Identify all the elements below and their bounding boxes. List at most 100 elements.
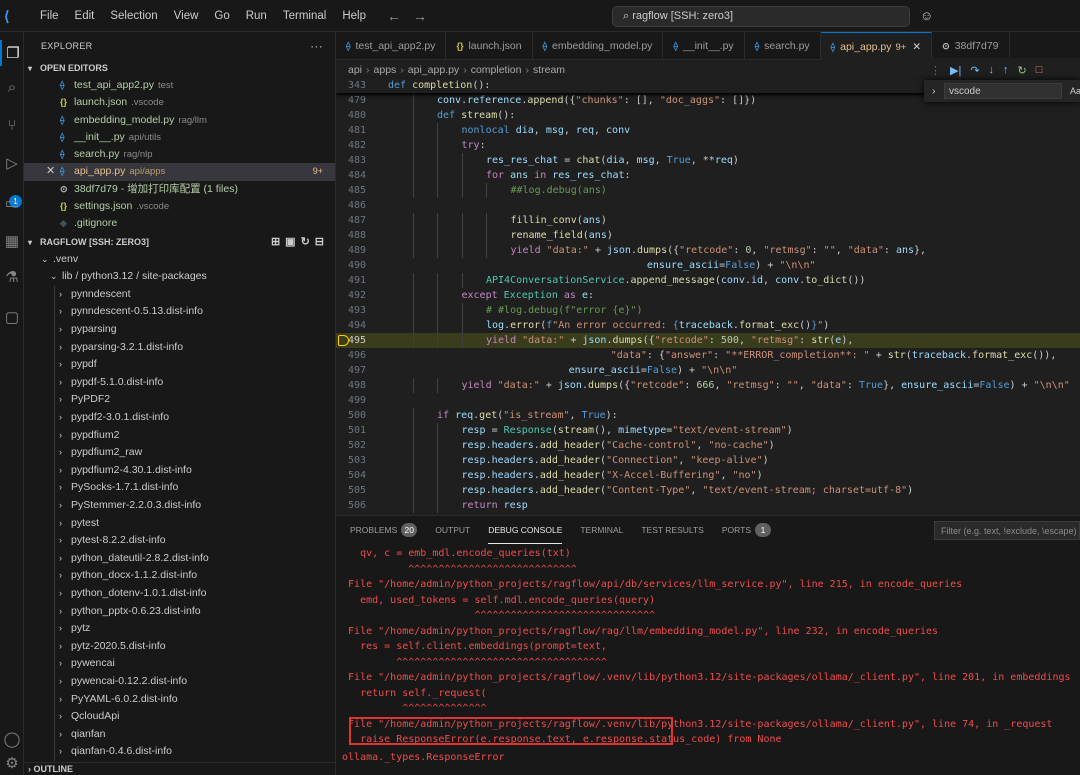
collapse-all-icon[interactable]: ⊟ xyxy=(315,236,329,248)
refresh-icon[interactable]: ↻ xyxy=(301,236,315,248)
extensions-icon[interactable]: ▦ xyxy=(0,228,24,254)
editor-tab[interactable]: ⊙ 38df7d79 xyxy=(932,32,1010,60)
tree-item[interactable]: › pytz-2020.5.dist-info xyxy=(24,637,335,656)
breadcrumb-item[interactable]: apps xyxy=(374,64,397,76)
panel-tab-test-results[interactable]: TEST RESULTS xyxy=(641,516,704,544)
close-icon[interactable]: ✕ xyxy=(912,41,921,53)
menu-selection[interactable]: Selection xyxy=(102,10,165,22)
tree-item[interactable]: › pyparsing-3.2.1.dist-info xyxy=(24,338,335,357)
open-editor-item[interactable]: {} settings.json .vscode xyxy=(24,198,335,215)
breadcrumb-item[interactable]: api_app.py xyxy=(408,64,459,76)
open-editor-item[interactable]: ⟠ test_api_app2.py test xyxy=(24,77,335,94)
tree-item[interactable]: › qianfan xyxy=(24,725,335,744)
find-input[interactable]: vscode xyxy=(944,83,1062,99)
editor-tab[interactable]: ⟠ api_app.py 9+ ✕ xyxy=(820,32,933,60)
chevron-right-icon[interactable]: › xyxy=(932,80,936,102)
tree-item[interactable]: ⌄ lib / python3.12 / site-packages xyxy=(24,268,335,286)
continue-icon[interactable]: ▶| xyxy=(950,64,961,77)
tree-item[interactable]: › pywencai xyxy=(24,655,335,673)
open-editors-section[interactable]: ▾ OPEN EDITORS xyxy=(24,60,335,77)
tree-item[interactable]: › pypdfium2_raw xyxy=(24,444,335,462)
menu-run[interactable]: Run xyxy=(238,10,275,22)
editor-tab[interactable]: ⟠ __init__.py xyxy=(663,32,745,60)
step-over-icon[interactable]: ↷ xyxy=(970,64,979,77)
menu-go[interactable]: Go xyxy=(206,10,237,22)
tree-item[interactable]: › pypdf2-3.0.1.dist-info xyxy=(24,409,335,427)
menu-help[interactable]: Help xyxy=(334,10,374,22)
editor-tab[interactable]: ⟠ embedding_model.py xyxy=(533,32,664,60)
tree-item[interactable]: › qianfan-0.4.6.dist-info xyxy=(24,743,335,761)
tree-item[interactable]: ⌄ .venv xyxy=(24,251,335,269)
tree-item[interactable]: › pytz xyxy=(24,620,335,638)
console-filter-input[interactable]: Filter (e.g. text, !exclude, \escape) xyxy=(934,521,1080,540)
open-editor-item[interactable]: ⟠ __init__.py api/utils xyxy=(24,129,335,146)
step-into-icon[interactable]: ↓ xyxy=(989,64,995,76)
tree-item[interactable]: › PySocks-1.7.1.dist-info xyxy=(24,479,335,497)
tree-item[interactable]: › pypdf xyxy=(24,356,335,374)
project-section[interactable]: ▾ RAGFLOW [SSH: ZERO3] ⊞▣↻⊟ xyxy=(24,234,335,251)
tree-item[interactable]: › QcloudApi xyxy=(24,708,335,726)
command-center-search[interactable]: ⌕ ragflow [SSH: zero3] xyxy=(612,6,910,27)
open-editor-item[interactable]: ⟠ search.py rag/nlp xyxy=(24,146,335,163)
copilot-icon[interactable]: ☺ xyxy=(920,8,933,23)
breadcrumb-item[interactable]: stream xyxy=(533,64,565,76)
tree-item[interactable]: › PyYAML-6.0.2.dist-info xyxy=(24,690,335,709)
source-control-icon[interactable]: ⑂ xyxy=(0,112,24,138)
drag-grip-icon[interactable]: ⋮ xyxy=(930,64,941,77)
editor-tab[interactable]: {} launch.json xyxy=(446,32,533,60)
panel-tab-terminal[interactable]: TERMINAL xyxy=(580,516,623,544)
tree-item[interactable]: › pypdfium2 xyxy=(24,426,335,445)
tree-item[interactable]: › pynndescent-0.5.13.dist-info xyxy=(24,303,335,322)
open-editor-item[interactable]: ⟠ embedding_model.py rag/llm xyxy=(24,112,335,129)
testing-icon[interactable]: ⚗ xyxy=(0,264,24,290)
breadcrumb-item[interactable]: completion xyxy=(471,64,522,76)
panel-tab-output[interactable]: OUTPUT xyxy=(435,516,470,544)
open-editor-item[interactable]: ◆ .gitignore xyxy=(24,215,335,232)
tree-item[interactable]: › PyPDF2 xyxy=(24,391,335,410)
tree-item[interactable]: › pywencai-0.12.2.dist-info xyxy=(24,672,335,691)
tree-item[interactable]: › pytest-8.2.2.dist-info xyxy=(24,532,335,550)
stop-icon[interactable]: □ xyxy=(1036,64,1043,76)
match-case-toggle[interactable]: Aa xyxy=(1070,80,1080,102)
step-out-icon[interactable]: ↑ xyxy=(1003,64,1009,76)
tree-item[interactable]: › python_dateutil-2.8.2.dist-info xyxy=(24,549,335,568)
new-file-icon[interactable]: ⊞ xyxy=(271,236,285,248)
open-editor-item[interactable]: ⊙ 38df7d79 - 增加打印库配置 (1 files) xyxy=(24,181,335,198)
editor-tab[interactable]: ⟠ test_api_app2.py xyxy=(336,32,447,60)
menu-file[interactable]: File xyxy=(32,10,67,22)
manage-icon[interactable]: ⚙ xyxy=(0,750,24,775)
panel-tab-problems[interactable]: PROBLEMS 20 xyxy=(350,516,418,544)
restart-icon[interactable]: ↻ xyxy=(1018,64,1027,77)
chat-icon[interactable]: ▢ xyxy=(0,304,24,330)
tree-item[interactable]: › pypdfium2-4.30.1.dist-info xyxy=(24,461,335,480)
tree-item[interactable]: › pypdf-5.1.0.dist-info xyxy=(24,373,335,392)
code-view[interactable]: 478conv.message.append({"role": "assista… xyxy=(336,78,1080,515)
tree-item[interactable]: › python_pptx-0.6.23.dist-info xyxy=(24,602,335,621)
outline-section[interactable]: › OUTLINE xyxy=(24,762,335,775)
panel-tab-ports[interactable]: PORTS 1 xyxy=(722,516,771,544)
panel-tab-debug-console[interactable]: DEBUG CONSOLE xyxy=(488,516,563,544)
open-editor-item[interactable]: ✕ ⟠ api_app.py api/apps 9+ xyxy=(24,163,335,181)
account-icon[interactable]: ◯ xyxy=(0,726,24,752)
tree-item[interactable]: › pytest xyxy=(24,514,335,533)
tree-item[interactable]: › pynndescent xyxy=(24,285,335,304)
remote-explorer-icon[interactable]: ▭ xyxy=(0,190,24,216)
new-folder-icon[interactable]: ▣ xyxy=(285,236,300,248)
more-actions-icon[interactable]: ··· xyxy=(310,32,323,60)
breadcrumb-item[interactable]: api xyxy=(348,64,362,76)
close-icon[interactable]: ✕ xyxy=(46,163,55,180)
menu-edit[interactable]: Edit xyxy=(67,10,103,22)
menu-terminal[interactable]: Terminal xyxy=(275,10,334,22)
editor-tab[interactable]: ⟠ search.py xyxy=(745,32,821,60)
search-icon[interactable]: ⌕ xyxy=(0,74,24,100)
tree-item[interactable]: › PyStemmer-2.2.0.3.dist-info xyxy=(24,496,335,515)
back-arrow-icon[interactable]: ← xyxy=(387,8,413,24)
open-editor-item[interactable]: {} launch.json .vscode xyxy=(24,94,335,111)
forward-arrow-icon[interactable]: → xyxy=(413,8,439,24)
menu-view[interactable]: View xyxy=(166,10,207,22)
tree-item[interactable]: › pyparsing xyxy=(24,321,335,339)
run-debug-icon[interactable]: ▷ xyxy=(0,150,24,176)
tree-item[interactable]: › python_docx-1.1.2.dist-info xyxy=(24,567,335,585)
explorer-icon[interactable]: ❐ xyxy=(0,40,24,66)
tree-item[interactable]: › python_dotenv-1.0.1.dist-info xyxy=(24,584,335,603)
